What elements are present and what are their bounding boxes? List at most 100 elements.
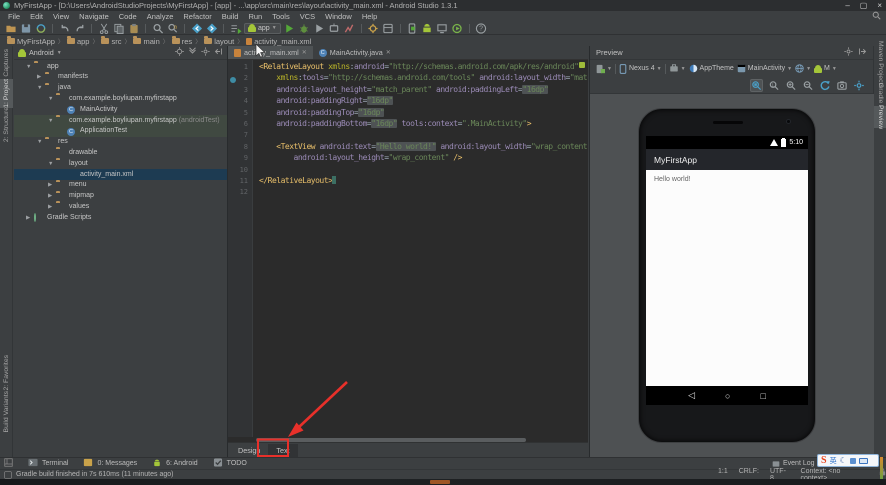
breadcrumb-item-main[interactable]: main (131, 37, 161, 46)
ime-keyboard-icon[interactable] (859, 458, 868, 464)
close-button[interactable]: × (877, 1, 882, 10)
collapsed-arrow-icon[interactable]: ▶ (48, 182, 52, 188)
tool-stripe-maven-projects[interactable]: Maven Projects (874, 48, 886, 80)
coverage-icon[interactable] (313, 23, 326, 34)
breadcrumb-item-layout[interactable]: layout (202, 37, 236, 46)
hide-panel-icon[interactable] (858, 47, 867, 58)
zoom-in-icon[interactable] (784, 79, 797, 92)
redo-icon[interactable] (73, 23, 86, 34)
help-icon[interactable]: ? (475, 23, 488, 34)
gradle-sync-icon[interactable] (451, 23, 464, 34)
hide-panel-icon[interactable] (214, 47, 223, 58)
breadcrumb-item-src[interactable]: src (99, 37, 123, 46)
tree-item-manifests[interactable]: ▶manifests (14, 72, 228, 83)
tree-item-values[interactable]: ▶values (14, 201, 228, 212)
tool-stripe-2-favorites[interactable]: 2: Favorites (0, 356, 13, 389)
menu-navigate[interactable]: Navigate (74, 11, 114, 22)
close-tab-icon[interactable]: ✕ (302, 49, 307, 56)
expanded-arrow-icon[interactable]: ▼ (48, 96, 53, 102)
menu-edit[interactable]: Edit (25, 11, 48, 22)
back-icon[interactable] (190, 23, 203, 34)
menu-file[interactable]: File (3, 11, 25, 22)
run-list-icon[interactable] (229, 23, 242, 34)
breadcrumb-item-activity-main-xml[interactable]: activity_main.xml (244, 37, 313, 46)
ime-pen-icon[interactable] (850, 458, 856, 464)
tree-item-java[interactable]: ▼java (14, 83, 228, 94)
tool-stripe-1-project[interactable]: 1: Project (0, 79, 13, 108)
gear-icon[interactable] (201, 47, 210, 58)
menu-vcs[interactable]: VCS (295, 11, 320, 22)
menu-analyze[interactable]: Analyze (142, 11, 179, 22)
expanded-arrow-icon[interactable]: ▼ (48, 161, 53, 167)
menu-tools[interactable]: Tools (267, 11, 295, 22)
gear-icon[interactable] (844, 47, 853, 58)
orientation-selector[interactable]: ▼ (595, 64, 612, 74)
device-monitor-icon[interactable] (436, 23, 449, 34)
open-icon[interactable] (4, 23, 17, 34)
tree-item-mipmap[interactable]: ▶mipmap (14, 191, 228, 202)
ime-language-toggle[interactable]: 英 (830, 456, 837, 466)
event-log-button[interactable]: Event Log (772, 460, 815, 468)
tree-item-menu[interactable]: ▶menu (14, 180, 228, 191)
menu-refactor[interactable]: Refactor (178, 11, 216, 22)
config-selector[interactable]: ▼ (669, 64, 686, 73)
restore-button[interactable]: ▢ (860, 1, 868, 10)
sdk-manager-icon[interactable] (421, 23, 434, 34)
tree-item-gradle-scripts[interactable]: ▶Gradle Scripts (14, 212, 228, 223)
tool-stripe-2-structure[interactable]: 2: Structure (0, 109, 13, 141)
tool-stripe-captures[interactable]: Captures (0, 48, 13, 78)
breadcrumb-item-myfirstapp[interactable]: MyFirstApp (5, 37, 57, 46)
locate-icon[interactable] (175, 47, 184, 58)
tool-stripe-gradle[interactable]: Gradle (874, 82, 886, 104)
menu-help[interactable]: Help (357, 11, 382, 22)
save-icon[interactable] (19, 23, 32, 34)
close-tab-icon[interactable]: ✕ (386, 49, 391, 56)
gear-blue-icon[interactable] (852, 79, 865, 92)
menu-build[interactable]: Build (217, 11, 244, 22)
sync-icon[interactable] (34, 23, 47, 34)
screenshot-icon[interactable] (835, 79, 848, 92)
minimize-button[interactable]: – (845, 1, 849, 10)
ime-toolbar[interactable]: S 英 ☾ (817, 454, 879, 467)
expanded-arrow-icon[interactable]: ▼ (37, 139, 42, 145)
zoom-actual-icon[interactable]: 1 (767, 79, 780, 92)
locale-selector[interactable]: ▼ (795, 64, 811, 73)
tree-item-mainactivity[interactable]: CMainActivity (14, 104, 228, 115)
tree-item-applicationtest[interactable]: CApplicationTest (14, 126, 228, 137)
collapsed-arrow-icon[interactable]: ▶ (48, 204, 52, 210)
expanded-arrow-icon[interactable]: ▼ (37, 85, 42, 91)
activity-selector[interactable]: MainActivity▼ (737, 64, 792, 73)
tree-item-layout[interactable]: ▼layout (14, 158, 228, 169)
paste-icon[interactable] (127, 23, 140, 34)
device-selector[interactable]: Nexus 4▼ (619, 64, 662, 74)
cut-icon[interactable] (97, 23, 110, 34)
mode-tab-design[interactable]: Design (230, 444, 268, 457)
theme-selector[interactable]: AppTheme (689, 64, 734, 73)
breadcrumb-item-res[interactable]: res (170, 37, 194, 46)
run-icon[interactable] (283, 23, 296, 34)
profile-icon[interactable] (343, 23, 356, 34)
editor-tab-mainactivity-java[interactable]: CMainActivity.java✕ (313, 46, 397, 59)
menu-view[interactable]: View (48, 11, 74, 22)
refresh-icon[interactable] (818, 79, 831, 92)
tree-item-drawable[interactable]: drawable (14, 147, 228, 158)
avd-manager-icon[interactable] (406, 23, 419, 34)
collapsed-arrow-icon[interactable]: ▶ (26, 215, 30, 221)
collapse-all-icon[interactable] (188, 47, 197, 58)
run-configuration-selector[interactable]: app▼ (244, 23, 281, 34)
menu-run[interactable]: Run (243, 11, 267, 22)
breadcrumb-item-app[interactable]: app (65, 37, 92, 46)
tree-item-res[interactable]: ▼res (14, 137, 228, 148)
undo-icon[interactable] (58, 23, 71, 34)
menu-code[interactable]: Code (114, 11, 142, 22)
mode-tab-text[interactable]: Text (268, 444, 297, 457)
sogou-logo-icon[interactable]: S (821, 456, 827, 466)
search-everywhere-icon[interactable] (872, 11, 881, 22)
project-view-selector[interactable]: Android (29, 48, 54, 57)
replace-icon[interactable]: a (166, 23, 179, 34)
debug-icon[interactable] (298, 23, 311, 34)
find-icon[interactable] (151, 23, 164, 34)
inspection-status-icon[interactable] (579, 62, 585, 68)
collapsed-arrow-icon[interactable]: ▶ (48, 193, 52, 199)
tool-stripe-build-variants[interactable]: Build Variants (0, 391, 13, 433)
